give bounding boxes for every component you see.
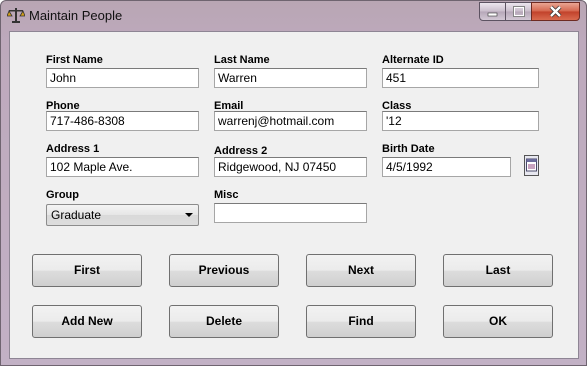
delete-button-label: Delete xyxy=(205,314,243,328)
first-button[interactable]: First xyxy=(32,254,142,287)
birth-date-field[interactable]: 4/5/1992 xyxy=(382,157,511,177)
previous-button-label: Previous xyxy=(198,263,250,277)
group-select[interactable]: Graduate xyxy=(46,204,199,226)
chevron-down-icon xyxy=(185,213,193,217)
misc-label: Misc xyxy=(214,189,239,201)
last-name-label: Last Name xyxy=(214,54,270,66)
email-field[interactable]: warrenj@hotmail.com xyxy=(214,111,367,131)
address1-label: Address 1 xyxy=(46,143,100,155)
address2-label: Address 2 xyxy=(214,145,268,157)
misc-field[interactable] xyxy=(214,203,367,223)
first-button-label: First xyxy=(73,263,100,277)
ok-button-label: OK xyxy=(489,314,507,328)
previous-button[interactable]: Previous xyxy=(169,254,279,287)
window-title: Maintain People xyxy=(29,8,123,23)
maximize-button[interactable] xyxy=(505,2,532,21)
minimize-button[interactable] xyxy=(479,2,506,21)
alternate-id-field[interactable]: 451 xyxy=(382,68,539,88)
calendar-icon xyxy=(526,158,537,172)
ok-button[interactable]: OK xyxy=(443,305,553,338)
first-name-field[interactable]: John xyxy=(46,68,199,88)
first-name-label: First Name xyxy=(46,54,103,66)
find-button[interactable]: Find xyxy=(306,305,416,338)
address1-field[interactable]: 102 Maple Ave. xyxy=(46,157,199,177)
group-select-value: Graduate xyxy=(51,208,102,222)
close-button[interactable] xyxy=(531,2,580,21)
class-field[interactable]: '12 xyxy=(382,111,539,131)
maximize-icon xyxy=(513,6,525,17)
maintain-people-window: Maintain People First Name John Last Nam… xyxy=(0,0,587,366)
birth-date-label: Birth Date xyxy=(382,143,435,155)
birth-date-calendar-button[interactable] xyxy=(524,155,539,176)
add-new-button-label: Add New xyxy=(61,314,113,328)
title-bar[interactable]: Maintain People xyxy=(1,1,586,31)
delete-button[interactable]: Delete xyxy=(169,305,279,338)
find-button-label: Find xyxy=(348,314,374,328)
alternate-id-label: Alternate ID xyxy=(382,54,444,66)
close-icon xyxy=(549,5,562,18)
next-button-label: Next xyxy=(347,263,374,277)
phone-field[interactable]: 717-486-8308 xyxy=(46,111,199,131)
scales-icon xyxy=(7,8,25,23)
address2-field[interactable]: Ridgewood, NJ 07450 xyxy=(214,157,367,177)
last-button[interactable]: Last xyxy=(443,254,553,287)
group-label: Group xyxy=(46,189,79,201)
add-new-button[interactable]: Add New xyxy=(32,305,142,338)
form-area: First Name John Last Name Warren Alterna… xyxy=(9,31,579,359)
minimize-icon xyxy=(487,12,498,17)
last-button-label: Last xyxy=(485,263,511,277)
next-button[interactable]: Next xyxy=(306,254,416,287)
last-name-field[interactable]: Warren xyxy=(214,68,367,88)
